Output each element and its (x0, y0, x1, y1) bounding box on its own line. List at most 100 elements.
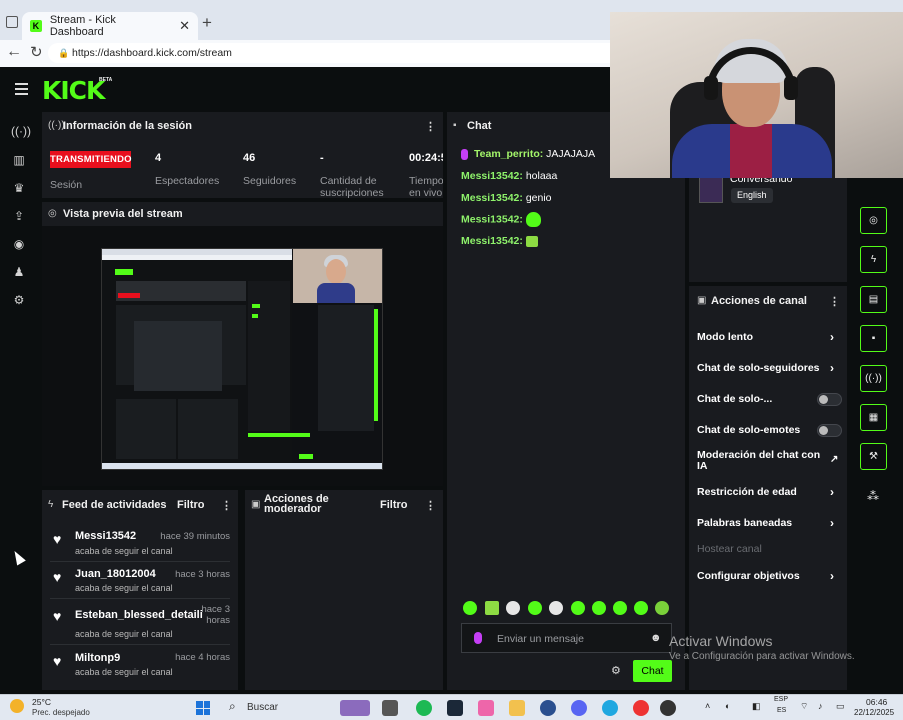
new-tab-button[interactable]: + (202, 13, 212, 33)
emote-icon[interactable] (485, 601, 499, 615)
keyboard-language[interactable]: ESP (774, 696, 788, 703)
chevron-right-icon[interactable]: › (830, 569, 834, 583)
emote-icon[interactable] (506, 601, 520, 615)
stream-preview-video[interactable] (101, 248, 383, 470)
emote-icon (525, 212, 541, 227)
profile-card-icon[interactable]: ▦ (860, 404, 887, 431)
moderation-target-icon[interactable]: ◎ (860, 207, 887, 234)
chat-username[interactable]: Team_perrito: (474, 148, 543, 160)
chat-username[interactable]: Messi13542: (461, 213, 523, 225)
chat-message-input[interactable]: Enviar un mensaje ☻ (461, 623, 672, 653)
url-text: https://dashboard.kick.com/stream (72, 47, 232, 59)
edge-icon[interactable] (602, 700, 618, 716)
menu-icon[interactable] (15, 83, 28, 95)
chat-username[interactable]: Messi13542: (461, 170, 523, 182)
weather-sun-icon[interactable] (10, 699, 24, 713)
windows-start-icon[interactable] (196, 701, 210, 715)
tab-close-icon[interactable]: ✕ (179, 18, 190, 34)
followers-only-item[interactable]: Chat de solo-seguidores (697, 363, 827, 374)
chevron-up-icon[interactable]: ˄ (705, 701, 710, 711)
url-field[interactable]: 🔒 https://dashboard.kick.com/stream (48, 43, 648, 63)
volume-icon[interactable]: ♪ (818, 701, 823, 711)
browser-tab[interactable]: K Stream - Kick Dashboard ✕ (22, 12, 198, 40)
emote-icon[interactable] (528, 601, 542, 615)
chat-username[interactable]: Messi13542: (461, 235, 523, 247)
broadcast-icon[interactable]: ((·)) (11, 123, 31, 139)
app-icon[interactable] (478, 700, 494, 716)
chat-panel-title: Chat (467, 120, 492, 132)
category-thumbnail[interactable] (699, 176, 723, 203)
emote-icon[interactable] (655, 601, 669, 615)
app-thumbnail-icon[interactable] (340, 700, 370, 716)
broadcast-icon[interactable]: ((·)) (860, 365, 887, 392)
moderation-icon[interactable]: ◉ (11, 236, 27, 252)
discord-icon[interactable] (571, 700, 587, 716)
tray-icon[interactable]: ◐ (725, 701, 730, 711)
community-icon[interactable]: ♟ (11, 264, 27, 280)
spotify-icon[interactable] (416, 700, 432, 716)
activity-user-name[interactable]: Juan_18012004 (75, 568, 156, 580)
document-icon[interactable]: ▤ (860, 286, 887, 313)
shield-icon: ▣ (251, 499, 261, 510)
app-icon[interactable] (660, 700, 676, 716)
chat-settings-gear-icon[interactable]: ⚙ (611, 664, 621, 677)
kick-logo[interactable]: KICK (42, 76, 105, 105)
activity-user-name[interactable]: Esteban_blessed_detailing (75, 609, 203, 621)
activity-more-icon[interactable]: ⋮ (221, 499, 232, 512)
banned-words-item[interactable]: Palabras baneadas (697, 518, 817, 529)
send-chat-button[interactable]: Chat (633, 660, 672, 682)
settings-gear-icon[interactable]: ⚙ (11, 292, 27, 308)
set-goals-item[interactable]: Configurar objetivos (697, 571, 817, 582)
lightning-icon[interactable]: ϟ (860, 246, 887, 273)
tab-actions-icon[interactable] (6, 16, 18, 28)
emote-icon[interactable] (613, 601, 627, 615)
taskbar-search[interactable]: ⌕ Buscar (221, 697, 331, 719)
chevron-right-icon[interactable]: › (830, 330, 834, 344)
activity-user-name[interactable]: Messi13542 (75, 530, 136, 542)
mod-filter-button[interactable]: Filtro (380, 499, 408, 511)
wrench-icon[interactable]: ⚒ (860, 443, 887, 470)
slow-mode-item[interactable]: Modo lento (697, 332, 817, 343)
clock-time[interactable]: 06:46 (866, 697, 887, 707)
chat-bubble-icon[interactable]: ▪ (860, 325, 887, 352)
reload-icon[interactable]: ↻ (30, 43, 43, 61)
chevron-right-icon[interactable]: › (830, 485, 834, 499)
emoji-picker-icon[interactable]: ☻ (650, 632, 662, 644)
mod-more-icon[interactable]: ⋮ (425, 499, 436, 512)
channel-actions-more-icon[interactable]: ⋮ (829, 295, 840, 308)
app-icon[interactable] (540, 700, 556, 716)
chevron-right-icon[interactable]: › (830, 361, 834, 375)
wifi-icon[interactable]: ⌔ (800, 701, 808, 712)
emote-icon[interactable] (634, 601, 648, 615)
activity-divider (50, 644, 230, 645)
activity-filter-button[interactable]: Filtro (177, 499, 205, 511)
folder-icon[interactable] (509, 700, 525, 716)
subscribers-only-toggle[interactable] (817, 393, 842, 406)
emote-icon[interactable] (571, 601, 585, 615)
trophy-icon[interactable]: ♛ (11, 180, 27, 196)
subs-value: - (320, 152, 324, 164)
emotes-only-toggle[interactable] (817, 424, 842, 437)
age-restriction-item[interactable]: Restricción de edad (697, 487, 817, 498)
session-more-icon[interactable]: ⋮ (425, 120, 436, 133)
tray-icon[interactable]: ◧ (752, 701, 761, 712)
live-time-value: 00:24:5 (409, 152, 443, 164)
emote-icon[interactable] (463, 601, 477, 615)
ai-moderation-item[interactable]: Moderación del chat con IA (697, 450, 822, 472)
activity-user-name[interactable]: Miltonp9 (75, 652, 120, 664)
preview-webcam-thumbnail (293, 249, 382, 303)
chat-username[interactable]: Messi13542: (461, 192, 523, 204)
analytics-icon[interactable]: ▥ (11, 152, 27, 168)
emote-icon[interactable] (549, 601, 563, 615)
file-explorer-icon[interactable] (382, 700, 398, 716)
extensions-icon[interactable]: ⁂ (867, 489, 879, 503)
external-link-icon[interactable]: ↗ (830, 454, 838, 465)
upload-icon[interactable]: ⇪ (11, 208, 27, 224)
battery-icon[interactable]: ▭ (836, 701, 845, 712)
steam-icon[interactable] (447, 700, 463, 716)
emote-icon[interactable] (592, 601, 606, 615)
chevron-right-icon[interactable]: › (830, 516, 834, 530)
preview-icon: ◎ (48, 208, 57, 219)
app-icon[interactable] (633, 700, 649, 716)
back-arrow-icon[interactable]: ← (6, 43, 22, 61)
